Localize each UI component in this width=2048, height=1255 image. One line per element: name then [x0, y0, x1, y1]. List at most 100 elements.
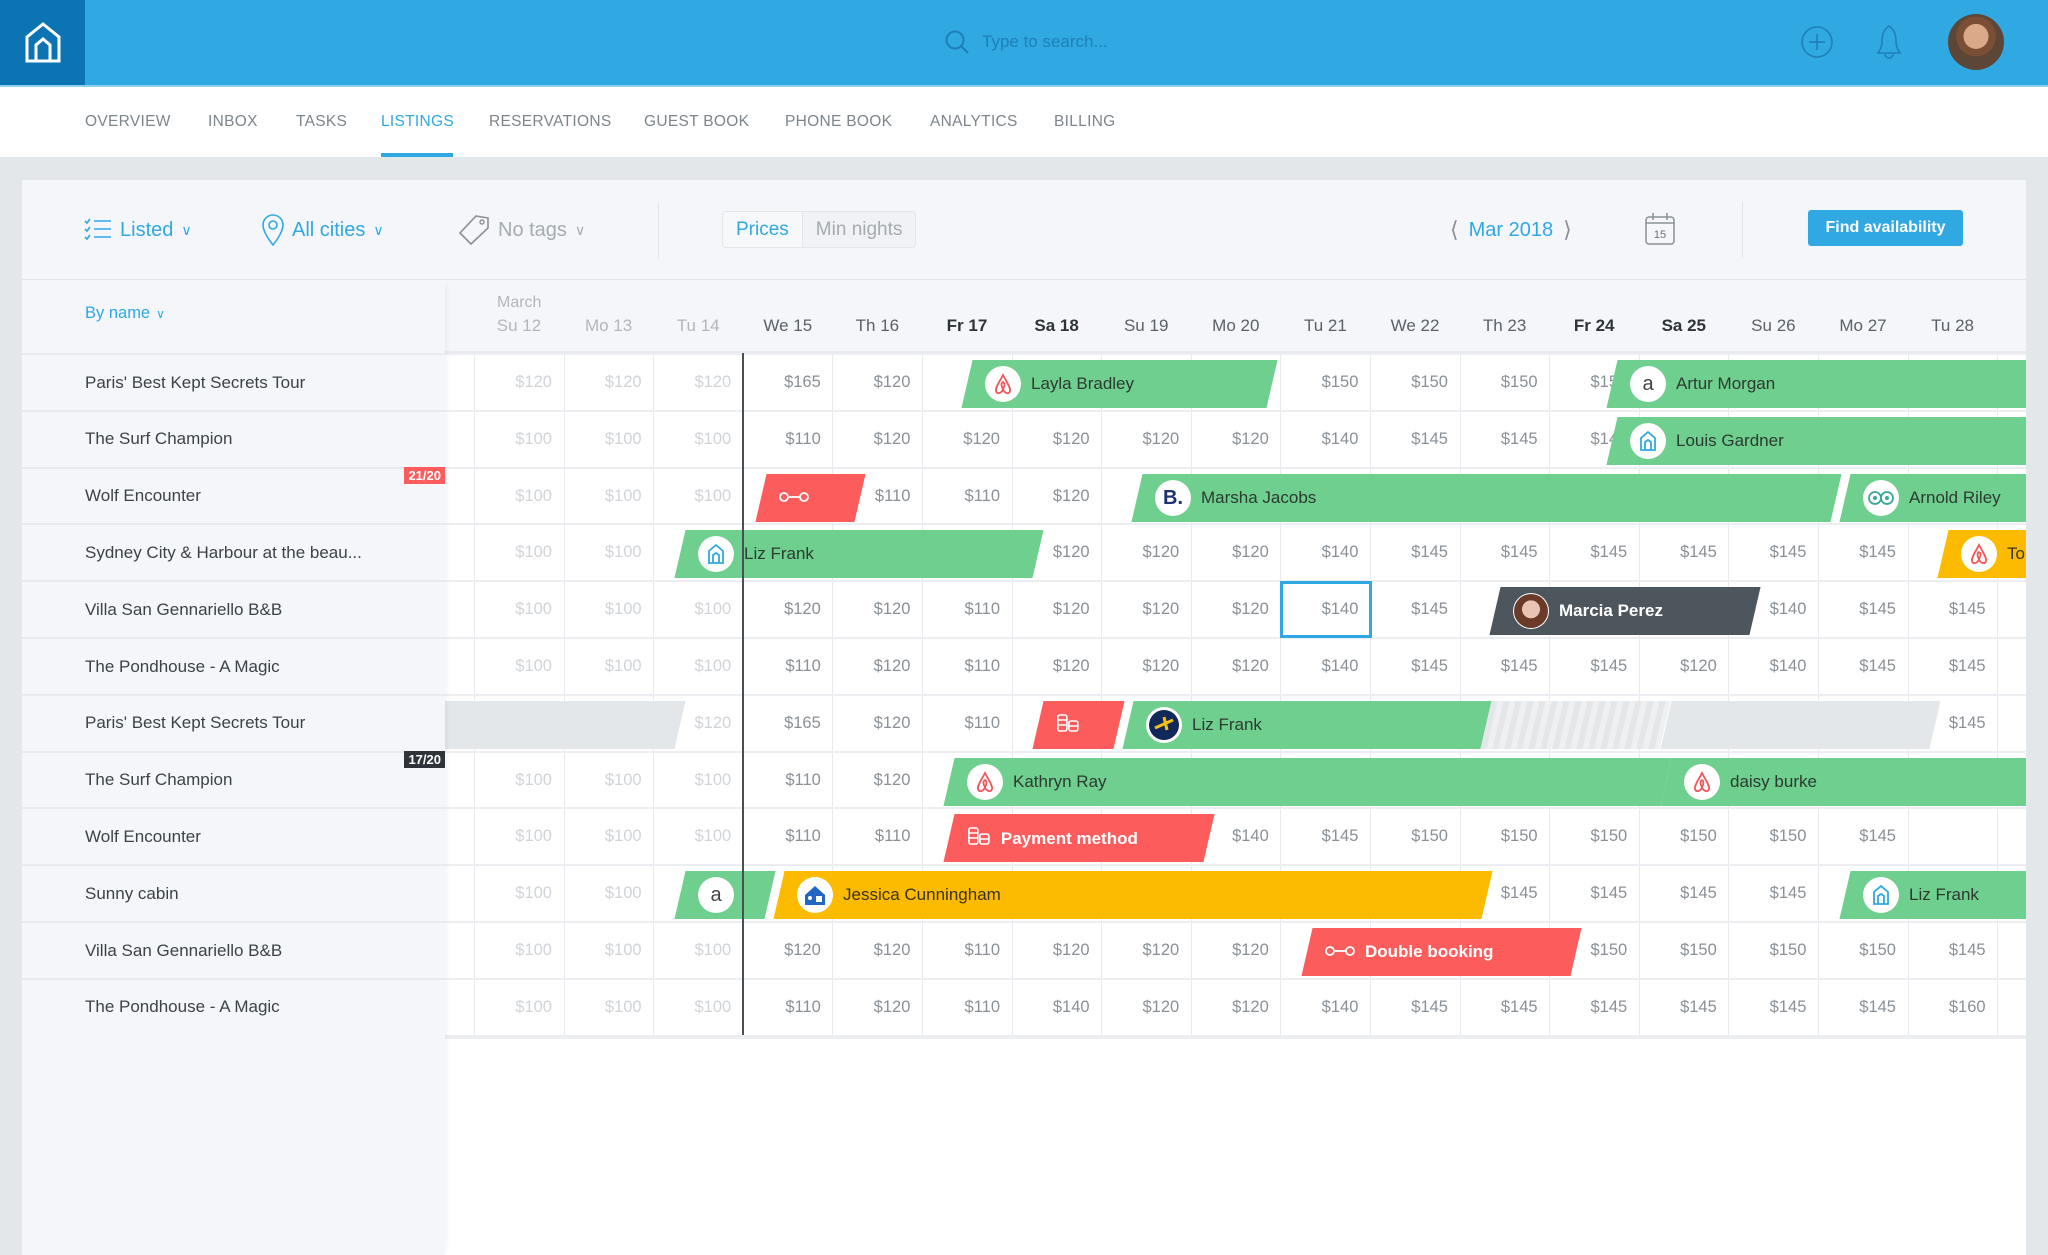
- price-cell[interactable]: $110: [743, 753, 833, 808]
- add-button[interactable]: [1797, 22, 1837, 62]
- nav-tab-billing[interactable]: BILLING: [1054, 113, 1116, 131]
- price-cell[interactable]: $110: [922, 696, 1012, 751]
- booking-bar[interactable]: a: [674, 871, 776, 920]
- price-cell[interactable]: $145: [1460, 525, 1550, 580]
- booking-bar[interactable]: Louis Gardner: [1606, 416, 2026, 465]
- listing-row[interactable]: Paris' Best Kept Secrets Tour: [22, 353, 445, 410]
- price-cell[interactable]: $145: [1818, 582, 1908, 637]
- price-cell[interactable]: $145: [1908, 923, 1998, 978]
- price-cell[interactable]: $150: [1280, 355, 1370, 410]
- price-cell[interactable]: $120: [832, 980, 922, 1035]
- price-cell[interactable]: $120: [1012, 412, 1102, 467]
- price-cell[interactable]: $100: [474, 923, 564, 978]
- price-cell[interactable]: $120: [832, 696, 922, 751]
- price-cell[interactable]: $120: [743, 582, 833, 637]
- price-cell[interactable]: $120: [922, 412, 1012, 467]
- price-cell[interactable]: $145: [1908, 639, 1998, 694]
- price-cell[interactable]: $165: [743, 696, 833, 751]
- price-cell[interactable]: $120: [832, 355, 922, 410]
- price-cell[interactable]: $140: [1728, 639, 1818, 694]
- price-cell[interactable]: $145: [1818, 980, 1908, 1035]
- nav-tab-analytics[interactable]: ANALYTICS: [930, 113, 1018, 131]
- blocked-period[interactable]: [445, 700, 686, 749]
- nav-tab-listings[interactable]: LISTINGS: [381, 113, 454, 131]
- prices-tab[interactable]: Prices: [723, 212, 803, 247]
- nav-tab-overview[interactable]: OVERVIEW: [85, 113, 171, 131]
- price-cell[interactable]: $120: [832, 639, 922, 694]
- price-cell[interactable]: $145: [1728, 980, 1818, 1035]
- price-cell[interactable]: $160: [1908, 980, 1998, 1035]
- price-cell[interactable]: $110: [832, 809, 922, 864]
- price-cell[interactable]: $145: [1549, 980, 1639, 1035]
- chevron-right-icon[interactable]: ⟩: [1563, 217, 1572, 243]
- booking-bar[interactable]: daisy burke: [1660, 757, 2026, 806]
- listing-row[interactable]: Sydney City & Harbour at the beau...: [22, 523, 445, 580]
- price-cell[interactable]: $120: [832, 753, 922, 808]
- nav-tab-phone-book[interactable]: PHONE BOOK: [785, 113, 892, 131]
- booking-bar[interactable]: Kathryn Ray: [943, 757, 1672, 806]
- listing-row[interactable]: The Surf Champion 17/20: [22, 750, 445, 808]
- price-cell[interactable]: $145: [1370, 412, 1460, 467]
- tags-filter[interactable]: No tags ∨: [458, 212, 585, 248]
- price-cell[interactable]: $145: [1818, 525, 1908, 580]
- price-cell[interactable]: $100: [564, 923, 654, 978]
- price-cell[interactable]: $100: [653, 582, 743, 637]
- nav-tab-guest-book[interactable]: GUEST BOOK: [644, 113, 749, 131]
- price-cell[interactable]: $150: [1460, 355, 1550, 410]
- price-cell[interactable]: $100: [653, 923, 743, 978]
- listed-filter[interactable]: Listed ∨: [84, 212, 192, 248]
- listing-row[interactable]: Villa San Gennariello B&B: [22, 580, 445, 637]
- nav-tab-tasks[interactable]: TASKS: [296, 113, 347, 131]
- price-cell[interactable]: $150: [1460, 809, 1550, 864]
- price-cell[interactable]: $100: [474, 639, 564, 694]
- price-cell[interactable]: $150: [1549, 809, 1639, 864]
- price-cell[interactable]: $145: [1370, 525, 1460, 580]
- listing-row[interactable]: Sunny cabin: [22, 864, 445, 921]
- nav-tab-reservations[interactable]: RESERVATIONS: [489, 113, 611, 131]
- price-cell[interactable]: $140: [1280, 525, 1370, 580]
- price-cell[interactable]: $120: [1191, 980, 1281, 1035]
- price-cell[interactable]: $150: [1639, 809, 1729, 864]
- listing-row[interactable]: Villa San Gennariello B&B: [22, 921, 445, 978]
- price-cell[interactable]: $120: [1101, 412, 1191, 467]
- price-cell[interactable]: $150: [1639, 923, 1729, 978]
- listing-row[interactable]: The Surf Champion: [22, 409, 445, 467]
- nav-tab-inbox[interactable]: INBOX: [208, 113, 258, 131]
- price-cell[interactable]: $100: [564, 412, 654, 467]
- price-cell[interactable]: $100: [474, 525, 564, 580]
- price-cell[interactable]: $100: [653, 412, 743, 467]
- price-cell[interactable]: $150: [1728, 923, 1818, 978]
- price-cell[interactable]: $145: [1728, 525, 1818, 580]
- price-cell[interactable]: $120: [1012, 923, 1102, 978]
- alert-bar[interactable]: [1032, 700, 1125, 749]
- price-cell[interactable]: $120: [832, 412, 922, 467]
- listing-row[interactable]: The Pondhouse - A Magic: [22, 977, 445, 1035]
- price-cell[interactable]: $120: [832, 582, 922, 637]
- price-cell[interactable]: $145: [1639, 525, 1729, 580]
- search-box[interactable]: [944, 26, 1282, 58]
- sort-dropdown[interactable]: By name ∨: [85, 304, 165, 323]
- price-cell[interactable]: $100: [564, 582, 654, 637]
- price-cell[interactable]: $150: [1370, 355, 1460, 410]
- notifications-button[interactable]: [1869, 22, 1909, 62]
- booking-bar[interactable]: a Artur Morgan: [1606, 360, 2026, 408]
- booking-bar[interactable]: Liz Frank: [1839, 871, 2026, 920]
- price-cell[interactable]: $100: [564, 469, 654, 524]
- price-cell[interactable]: $150: [1370, 809, 1460, 864]
- booking-bar[interactable]: Arnold Riley: [1839, 473, 2026, 522]
- price-cell[interactable]: $145: [1460, 980, 1550, 1035]
- price-cell[interactable]: $100: [564, 980, 654, 1035]
- price-cell[interactable]: $110: [743, 809, 833, 864]
- price-cell[interactable]: $120: [1191, 525, 1281, 580]
- price-cell[interactable]: $100: [564, 809, 654, 864]
- price-cell[interactable]: $120: [743, 923, 833, 978]
- price-cell[interactable]: $100: [474, 809, 564, 864]
- price-cell[interactable]: $140: [1012, 980, 1102, 1035]
- listing-row[interactable]: Wolf Encounter 21/20: [22, 466, 445, 524]
- alert-bar[interactable]: Double booking: [1301, 928, 1582, 976]
- price-cell[interactable]: $100: [474, 980, 564, 1035]
- home-logo-button[interactable]: [0, 0, 85, 85]
- price-cell[interactable]: $145: [1460, 639, 1550, 694]
- listing-row[interactable]: The Pondhouse - A Magic: [22, 637, 445, 694]
- booking-bar[interactable]: Marcia Perez: [1489, 587, 1761, 636]
